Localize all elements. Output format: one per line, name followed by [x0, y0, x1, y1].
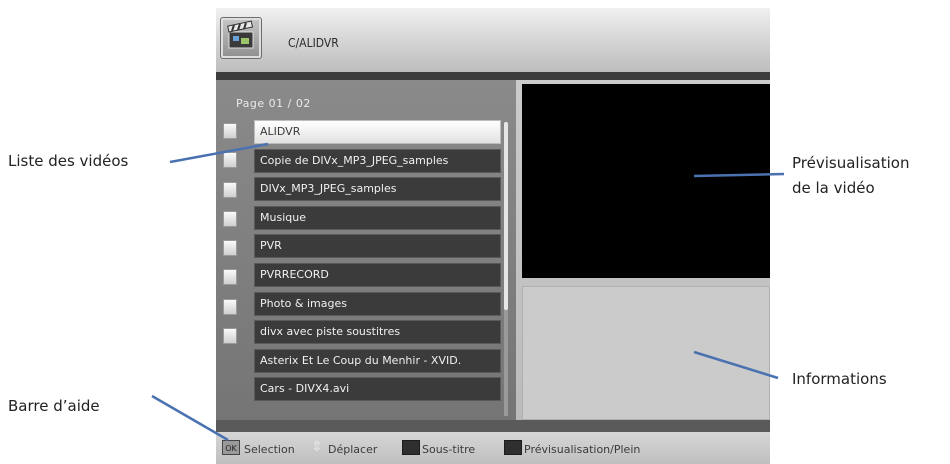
callout-info: Informations — [792, 370, 887, 388]
help-preview: Prévisualisation/Plein — [524, 443, 641, 456]
list-item[interactable]: PVR — [254, 234, 501, 259]
folder-icon — [222, 122, 237, 139]
list-item[interactable]: Asterix Et Le Coup du Menhir - XVID. — [254, 348, 501, 373]
arrows-key-icon: ⇕ — [311, 439, 323, 455]
list-item[interactable]: Cars - DIVX4.avi — [254, 377, 501, 402]
list-item[interactable]: Copie de DIVx_MP3_JPEG_samples — [254, 148, 501, 173]
callout-help-bar: Barre d’aide — [8, 397, 100, 415]
folder-icon — [222, 181, 237, 198]
media-player-screen: C/ALIDVR Page 01 / 02 ALIDVR Copie de DI… — [216, 8, 770, 464]
list-scrollbar[interactable] — [504, 122, 508, 416]
information-panel — [522, 286, 770, 420]
help-bar: OK Selection ⇕ Déplacer Sous-titre Prévi… — [216, 432, 770, 464]
list-item[interactable]: Photo & images — [254, 291, 501, 316]
folder-icon — [222, 298, 237, 315]
callout-preview-line2: de la vidéo — [792, 179, 875, 197]
folder-icon — [222, 268, 237, 286]
subtitle-key-icon — [402, 440, 420, 455]
folder-icon — [222, 239, 237, 257]
film-clapper-icon — [220, 17, 262, 59]
video-preview-pane — [522, 84, 770, 278]
list-item[interactable]: DIVx_MP3_JPEG_samples — [254, 177, 501, 202]
folder-icon — [222, 327, 237, 345]
help-subtitle: Sous-titre — [422, 443, 476, 456]
help-move: Déplacer — [328, 443, 378, 456]
ok-key-icon: OK — [222, 440, 240, 455]
header-bar: C/ALIDVR — [216, 8, 770, 72]
folder-icons-column — [222, 122, 240, 356]
folder-icon — [222, 151, 237, 169]
callout-preview-line1: Prévisualisation — [792, 154, 910, 172]
bottom-separator — [216, 420, 770, 432]
preview-key-icon — [504, 440, 522, 455]
video-list-panel: Page 01 / 02 ALIDVR Copie de DIVx_MP3_JP… — [216, 80, 516, 422]
list-item-alidvr[interactable]: ALIDVR — [254, 120, 501, 144]
help-selection: Selection — [244, 443, 295, 456]
video-list: ALIDVR Copie de DIVx_MP3_JPEG_samples DI… — [254, 120, 501, 406]
folder-icon — [222, 210, 237, 227]
list-item[interactable]: PVRRECORD — [254, 262, 501, 287]
scrollbar-thumb[interactable] — [504, 122, 508, 310]
current-path: C/ALIDVR — [288, 36, 339, 50]
callout-video-list: Liste des vidéos — [8, 152, 129, 170]
header-separator — [216, 72, 770, 80]
list-item[interactable]: divx avec piste soustitres — [254, 320, 501, 345]
list-item[interactable]: Musique — [254, 205, 501, 230]
page-indicator: Page 01 / 02 — [236, 97, 311, 110]
